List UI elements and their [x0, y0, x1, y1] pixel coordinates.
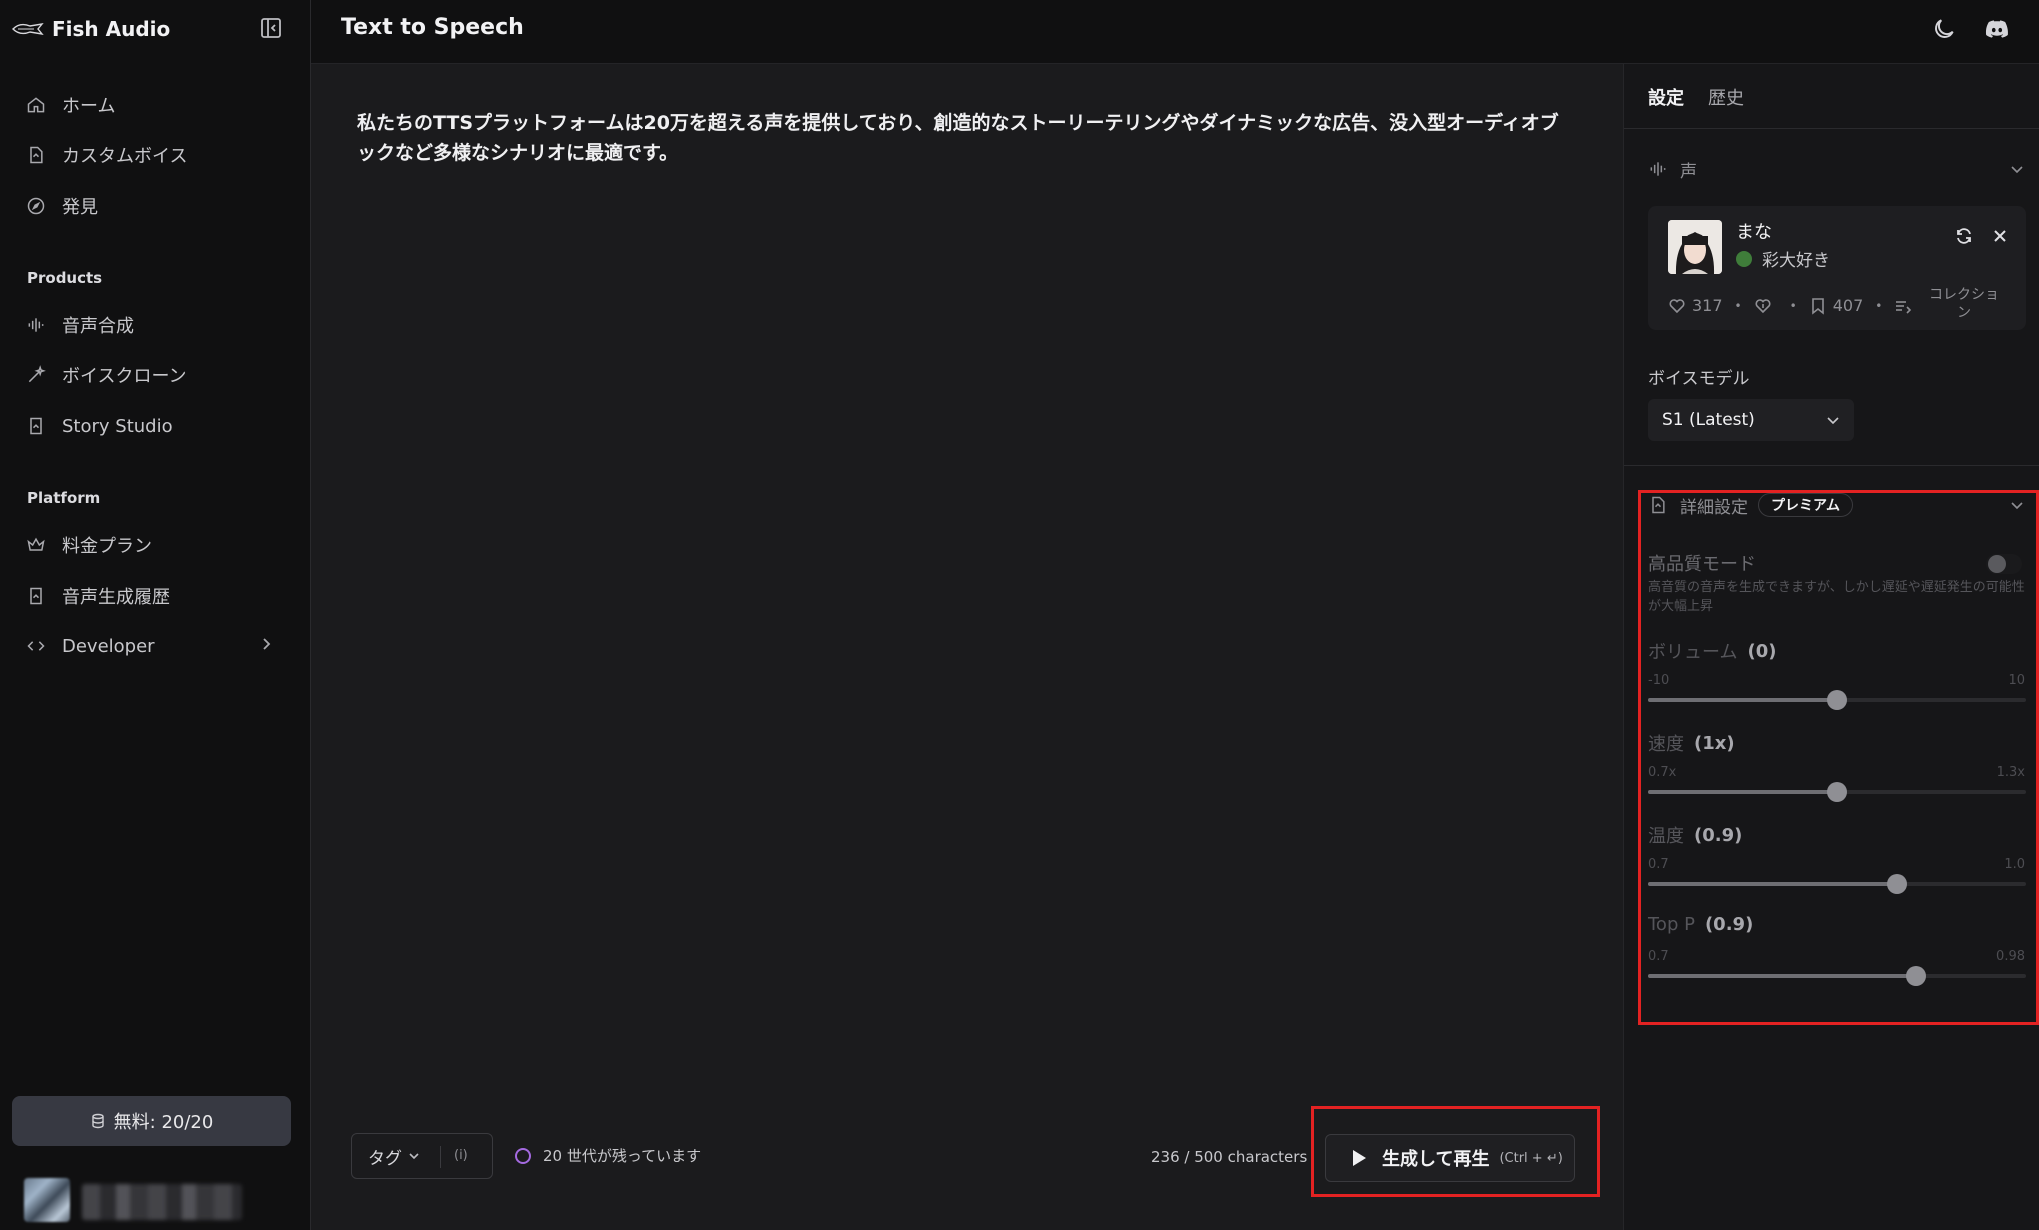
nav-discover[interactable]: 発見 [26, 191, 98, 221]
nav-pricing-label: 料金プラン [62, 536, 152, 557]
nav-history[interactable]: 音声生成履歴 [26, 581, 170, 611]
model-divider [1624, 465, 2039, 466]
nav-voice-clone[interactable]: ボイスクローン [26, 360, 187, 390]
document-icon [30, 146, 43, 164]
chevron-down-icon[interactable] [2010, 162, 2024, 176]
bookmark-icon[interactable] [1809, 297, 1827, 315]
voice-section-header[interactable]: 声 [1648, 156, 1697, 182]
nav-pricing[interactable]: 料金プラン [26, 530, 152, 560]
nav-history-label: 音声生成履歴 [62, 587, 170, 608]
book-icon [30, 417, 42, 435]
voice-model-label: ボイスモデル [1648, 369, 1750, 389]
database-icon [91, 1113, 104, 1129]
chevron-down-icon [409, 1153, 419, 1160]
nav-voice-clone-label: ボイスクローン [62, 366, 187, 387]
collapse-sidebar-icon[interactable] [259, 16, 283, 40]
compass-icon [27, 197, 45, 215]
voice-avatar [1668, 220, 1722, 274]
chevron-down-icon [1827, 417, 1839, 425]
bookmarks-count: 407 [1832, 296, 1864, 315]
dark-mode-icon[interactable] [1931, 16, 1957, 42]
home-icon [27, 97, 45, 113]
platform-section-label: Platform [27, 489, 101, 507]
add-to-list-icon[interactable] [1894, 297, 1912, 315]
waveform-icon [28, 318, 44, 332]
nav-story-studio[interactable]: Story Studio [26, 411, 173, 441]
avatar [24, 1178, 70, 1222]
top-header: Text to Speech [311, 0, 2039, 64]
voice-author[interactable]: 彩大好き [1736, 246, 1830, 271]
magic-wand-icon [28, 365, 46, 383]
voice-name: まな [1736, 222, 1772, 243]
page-title: Text to Speech [341, 15, 524, 40]
nav-developer-label: Developer [62, 635, 155, 657]
voice-stats: 317 • • 407 • [1668, 296, 1918, 315]
stats-separator: • [1734, 298, 1742, 313]
brand-logo[interactable]: Fish Audio [12, 14, 170, 44]
nav-tts-label: 音声合成 [62, 316, 134, 337]
crown-icon [27, 537, 45, 551]
voice-model-value: S1 (Latest) [1662, 410, 1755, 430]
heart-plus-icon[interactable] [1754, 297, 1772, 315]
tag-label: タグ [368, 1148, 402, 1169]
author-avatar-icon [1736, 250, 1752, 267]
credits-button[interactable]: 無料: 20/20 [12, 1096, 291, 1146]
brand-name: Fish Audio [52, 17, 171, 41]
nav-discover-label: 発見 [62, 197, 98, 218]
nav-story-studio-label: Story Studio [62, 415, 173, 437]
tab-settings[interactable]: 設定 [1648, 84, 1684, 110]
fish-logo-icon [12, 23, 44, 35]
generations-remaining-label: 20 世代が残っています [543, 1147, 702, 1165]
editor-area: 私たちのTTSプラットフォームは20万を超える声を提供しており、創造的なストーリ… [311, 64, 1623, 1230]
nav-custom-voice[interactable]: カスタムボイス [26, 140, 187, 170]
panel-tabs: 設定 歴史 [1648, 84, 1768, 110]
tabs-divider [1624, 128, 2039, 129]
refresh-icon[interactable] [1954, 226, 1974, 246]
user-profile[interactable] [24, 1176, 284, 1222]
user-name-redacted [82, 1184, 242, 1220]
waveform-icon [1650, 162, 1666, 176]
sidebar: Fish Audio ホーム カスタムボイス 発見 Products 音声合成 … [0, 0, 311, 1230]
heart-icon[interactable] [1668, 297, 1686, 315]
nav-home-label: ホーム [62, 96, 116, 117]
discord-icon[interactable] [1984, 16, 2010, 42]
tts-text-input[interactable]: 私たちのTTSプラットフォームは20万を超える声を提供しており、創造的なストーリ… [357, 108, 1577, 168]
collection-label[interactable]: コレクション [1926, 286, 2002, 322]
close-icon[interactable] [1990, 226, 2010, 246]
highlight-advanced-settings [1638, 490, 2039, 1025]
nav-custom-voice-label: カスタムボイス [62, 146, 188, 167]
character-count: 236 / 500 characters [1151, 1148, 1308, 1166]
history-icon [30, 587, 42, 605]
nav-developer[interactable]: Developer [26, 631, 155, 661]
stats-separator: • [1789, 298, 1797, 313]
tag-info-icon[interactable]: (i) [454, 1148, 468, 1163]
tag-dropdown[interactable]: タグ (i) [351, 1133, 493, 1179]
voice-section-label: 声 [1680, 161, 1697, 182]
chevron-right-icon[interactable] [258, 636, 274, 652]
likes-count: 317 [1692, 296, 1723, 315]
code-icon [27, 641, 45, 651]
tag-divider [440, 1146, 441, 1168]
nav-home[interactable]: ホーム [26, 90, 115, 120]
products-section-label: Products [27, 269, 103, 287]
credits-label: 無料: 20/20 [113, 1112, 214, 1133]
nav-tts[interactable]: 音声合成 [26, 310, 134, 340]
generations-remaining: 20 世代が残っています [515, 1145, 701, 1166]
voice-portrait-icon [1668, 220, 1722, 274]
progress-ring-icon [515, 1147, 531, 1164]
voice-author-label: 彩大好き [1762, 251, 1830, 271]
stats-separator: • [1875, 298, 1883, 313]
tab-history[interactable]: 歴史 [1708, 84, 1744, 110]
highlight-generate-button [1311, 1106, 1600, 1197]
voice-model-select[interactable]: S1 (Latest) [1648, 399, 1854, 441]
selected-voice-card[interactable]: まな 彩大好き 317 • • 407 • コレクション [1648, 206, 2026, 330]
